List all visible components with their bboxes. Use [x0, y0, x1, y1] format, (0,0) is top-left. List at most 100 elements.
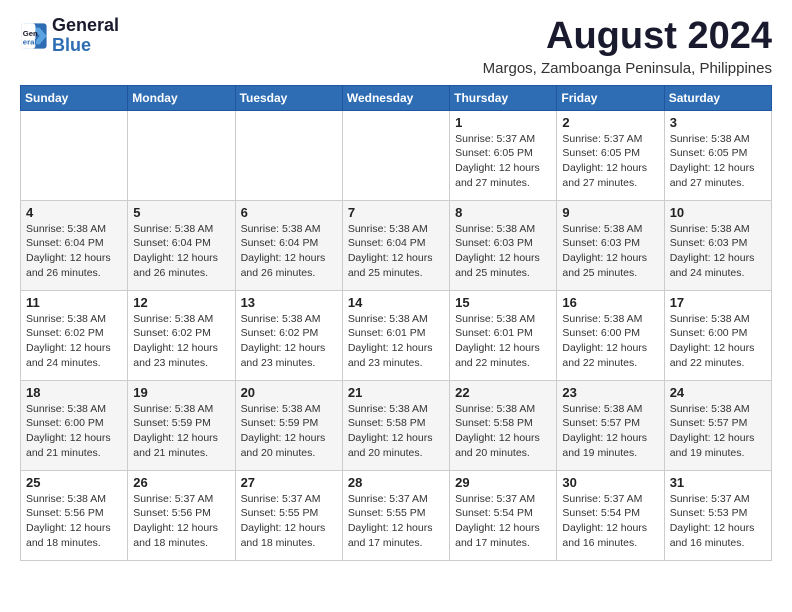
col-monday: Monday [128, 85, 235, 110]
day-number: 21 [348, 385, 444, 400]
day-info: Sunrise: 5:37 AMSunset: 5:56 PMDaylight:… [133, 492, 229, 551]
col-thursday: Thursday [450, 85, 557, 110]
table-row: 25Sunrise: 5:38 AMSunset: 5:56 PMDayligh… [21, 470, 128, 560]
table-row: 8 Sunrise: 5:38 AMSunset: 6:03 PMDaylight… [450, 200, 557, 290]
day-info: Sunrise: 5:38 AMSunset: 6:00 PMDaylight:… [562, 312, 658, 371]
day-info: Sunrise: 5:38 AMSunset: 6:03 PMDaylight:… [670, 222, 766, 281]
day-info: Sunrise: 5:37 AMSunset: 6:05 PMDaylight:… [562, 132, 658, 191]
day-info: Sunrise: 5:38 AMSunset: 6:04 PMDaylight:… [241, 222, 337, 281]
day-number: 9 [562, 205, 658, 220]
page-subtitle: Margos, Zamboanga Peninsula, Philippines [483, 60, 772, 77]
table-row: 21 Sunrise: 5:38 AMSunset: 5:58 PMDayligh… [342, 380, 449, 470]
table-row: 24 Sunrise: 5:38 AMSunset: 5:57 PMDayligh… [664, 380, 771, 470]
svg-text:eral: eral [23, 37, 37, 46]
table-row: 18 Sunrise: 5:38 AMSunset: 6:00 PMDayligh… [21, 380, 128, 470]
logo: Gen eral GeneralBlue [20, 16, 119, 56]
table-row: 7 Sunrise: 5:38 AMSunset: 6:04 PMDaylight… [342, 200, 449, 290]
table-row: 17 Sunrise: 5:38 AMSunset: 6:00 PMDayligh… [664, 290, 771, 380]
day-number: 13 [241, 295, 337, 310]
day-info: Sunrise: 5:38 AMSunset: 6:00 PMDaylight:… [26, 402, 122, 461]
col-saturday: Saturday [664, 85, 771, 110]
calendar-week-5: 25Sunrise: 5:38 AMSunset: 5:56 PMDayligh… [21, 470, 772, 560]
table-row: 3 Sunrise: 5:38 AMSunset: 6:05 PMDaylight… [664, 110, 771, 200]
day-number: 29 [455, 475, 551, 490]
table-row [342, 110, 449, 200]
calendar-week-2: 4 Sunrise: 5:38 AMSunset: 6:04 PMDaylight… [21, 200, 772, 290]
day-number: 24 [670, 385, 766, 400]
table-row: 31 Sunrise: 5:37 AMSunset: 5:53 PMDayligh… [664, 470, 771, 560]
day-info: Sunrise: 5:38 AMSunset: 5:59 PMDaylight:… [241, 402, 337, 461]
day-number: 8 [455, 205, 551, 220]
day-number: 23 [562, 385, 658, 400]
table-row: 29 Sunrise: 5:37 AMSunset: 5:54 PMDayligh… [450, 470, 557, 560]
day-number: 26 [133, 475, 229, 490]
table-row: 11 Sunrise: 5:38 AMSunset: 6:02 PMDayligh… [21, 290, 128, 380]
day-info: Sunrise: 5:37 AMSunset: 6:05 PMDaylight:… [455, 132, 551, 191]
table-row: 5Sunrise: 5:38 AMSunset: 6:04 PMDaylight… [128, 200, 235, 290]
col-tuesday: Tuesday [235, 85, 342, 110]
day-number: 4 [26, 205, 122, 220]
table-row [235, 110, 342, 200]
day-number: 3 [670, 115, 766, 130]
day-number: 27 [241, 475, 337, 490]
table-row: 4 Sunrise: 5:38 AMSunset: 6:04 PMDaylight… [21, 200, 128, 290]
day-number: 12 [133, 295, 229, 310]
day-info: Sunrise: 5:38 AMSunset: 6:01 PMDaylight:… [455, 312, 551, 371]
table-row: 19 Sunrise: 5:38 AMSunset: 5:59 PMDayligh… [128, 380, 235, 470]
day-info: Sunrise: 5:38 AMSunset: 6:03 PMDaylight:… [562, 222, 658, 281]
table-row [21, 110, 128, 200]
day-number: 5 [133, 205, 229, 220]
day-number: 17 [670, 295, 766, 310]
table-row: 14 Sunrise: 5:38 AMSunset: 6:01 PMDayligh… [342, 290, 449, 380]
day-info: Sunrise: 5:38 AMSunset: 5:58 PMDaylight:… [455, 402, 551, 461]
day-number: 31 [670, 475, 766, 490]
calendar-week-3: 11 Sunrise: 5:38 AMSunset: 6:02 PMDayligh… [21, 290, 772, 380]
day-info: Sunrise: 5:38 AMSunset: 6:04 PMDaylight:… [26, 222, 122, 281]
day-info: Sunrise: 5:38 AMSunset: 5:56 PMDaylight:… [26, 492, 122, 551]
calendar-header-row: Sunday Monday Tuesday Wednesday Thursday… [21, 85, 772, 110]
day-info: Sunrise: 5:38 AMSunset: 6:01 PMDaylight:… [348, 312, 444, 371]
day-info: Sunrise: 5:38 AMSunset: 5:57 PMDaylight:… [670, 402, 766, 461]
logo-name: GeneralBlue [52, 16, 119, 56]
day-info: Sunrise: 5:38 AMSunset: 6:04 PMDaylight:… [348, 222, 444, 281]
table-row: 12Sunrise: 5:38 AMSunset: 6:02 PMDayligh… [128, 290, 235, 380]
day-number: 16 [562, 295, 658, 310]
title-area: August 2024 Margos, Zamboanga Peninsula,… [483, 16, 772, 77]
table-row: 23 Sunrise: 5:38 AMSunset: 5:57 PMDayligh… [557, 380, 664, 470]
day-info: Sunrise: 5:37 AMSunset: 5:55 PMDaylight:… [348, 492, 444, 551]
day-number: 14 [348, 295, 444, 310]
table-row: 1 Sunrise: 5:37 AMSunset: 6:05 PMDaylight… [450, 110, 557, 200]
table-row: 9 Sunrise: 5:38 AMSunset: 6:03 PMDaylight… [557, 200, 664, 290]
day-info: Sunrise: 5:38 AMSunset: 5:59 PMDaylight:… [133, 402, 229, 461]
day-info: Sunrise: 5:38 AMSunset: 5:57 PMDaylight:… [562, 402, 658, 461]
day-number: 7 [348, 205, 444, 220]
logo-icon: Gen eral [20, 22, 48, 50]
day-info: Sunrise: 5:38 AMSunset: 5:58 PMDaylight:… [348, 402, 444, 461]
day-info: Sunrise: 5:37 AMSunset: 5:55 PMDaylight:… [241, 492, 337, 551]
day-number: 15 [455, 295, 551, 310]
table-row: 10Sunrise: 5:38 AMSunset: 6:03 PMDayligh… [664, 200, 771, 290]
day-number: 2 [562, 115, 658, 130]
day-number: 1 [455, 115, 551, 130]
table-row: 13Sunrise: 5:38 AMSunset: 6:02 PMDayligh… [235, 290, 342, 380]
day-number: 18 [26, 385, 122, 400]
col-wednesday: Wednesday [342, 85, 449, 110]
table-row: 20 Sunrise: 5:38 AMSunset: 5:59 PMDayligh… [235, 380, 342, 470]
svg-text:Gen: Gen [23, 29, 38, 38]
day-number: 20 [241, 385, 337, 400]
day-number: 19 [133, 385, 229, 400]
day-info: Sunrise: 5:37 AMSunset: 5:53 PMDaylight:… [670, 492, 766, 551]
table-row: 26 Sunrise: 5:37 AMSunset: 5:56 PMDayligh… [128, 470, 235, 560]
day-info: Sunrise: 5:37 AMSunset: 5:54 PMDaylight:… [455, 492, 551, 551]
day-info: Sunrise: 5:38 AMSunset: 6:02 PMDaylight:… [26, 312, 122, 371]
table-row: 27 Sunrise: 5:37 AMSunset: 5:55 PMDayligh… [235, 470, 342, 560]
day-number: 11 [26, 295, 122, 310]
calendar-week-4: 18 Sunrise: 5:38 AMSunset: 6:00 PMDayligh… [21, 380, 772, 470]
day-number: 22 [455, 385, 551, 400]
table-row: 28Sunrise: 5:37 AMSunset: 5:55 PMDayligh… [342, 470, 449, 560]
day-info: Sunrise: 5:38 AMSunset: 6:00 PMDaylight:… [670, 312, 766, 371]
day-info: Sunrise: 5:38 AMSunset: 6:05 PMDaylight:… [670, 132, 766, 191]
day-info: Sunrise: 5:38 AMSunset: 6:03 PMDaylight:… [455, 222, 551, 281]
table-row: 2 Sunrise: 5:37 AMSunset: 6:05 PMDaylight… [557, 110, 664, 200]
table-row: 30Sunrise: 5:37 AMSunset: 5:54 PMDayligh… [557, 470, 664, 560]
